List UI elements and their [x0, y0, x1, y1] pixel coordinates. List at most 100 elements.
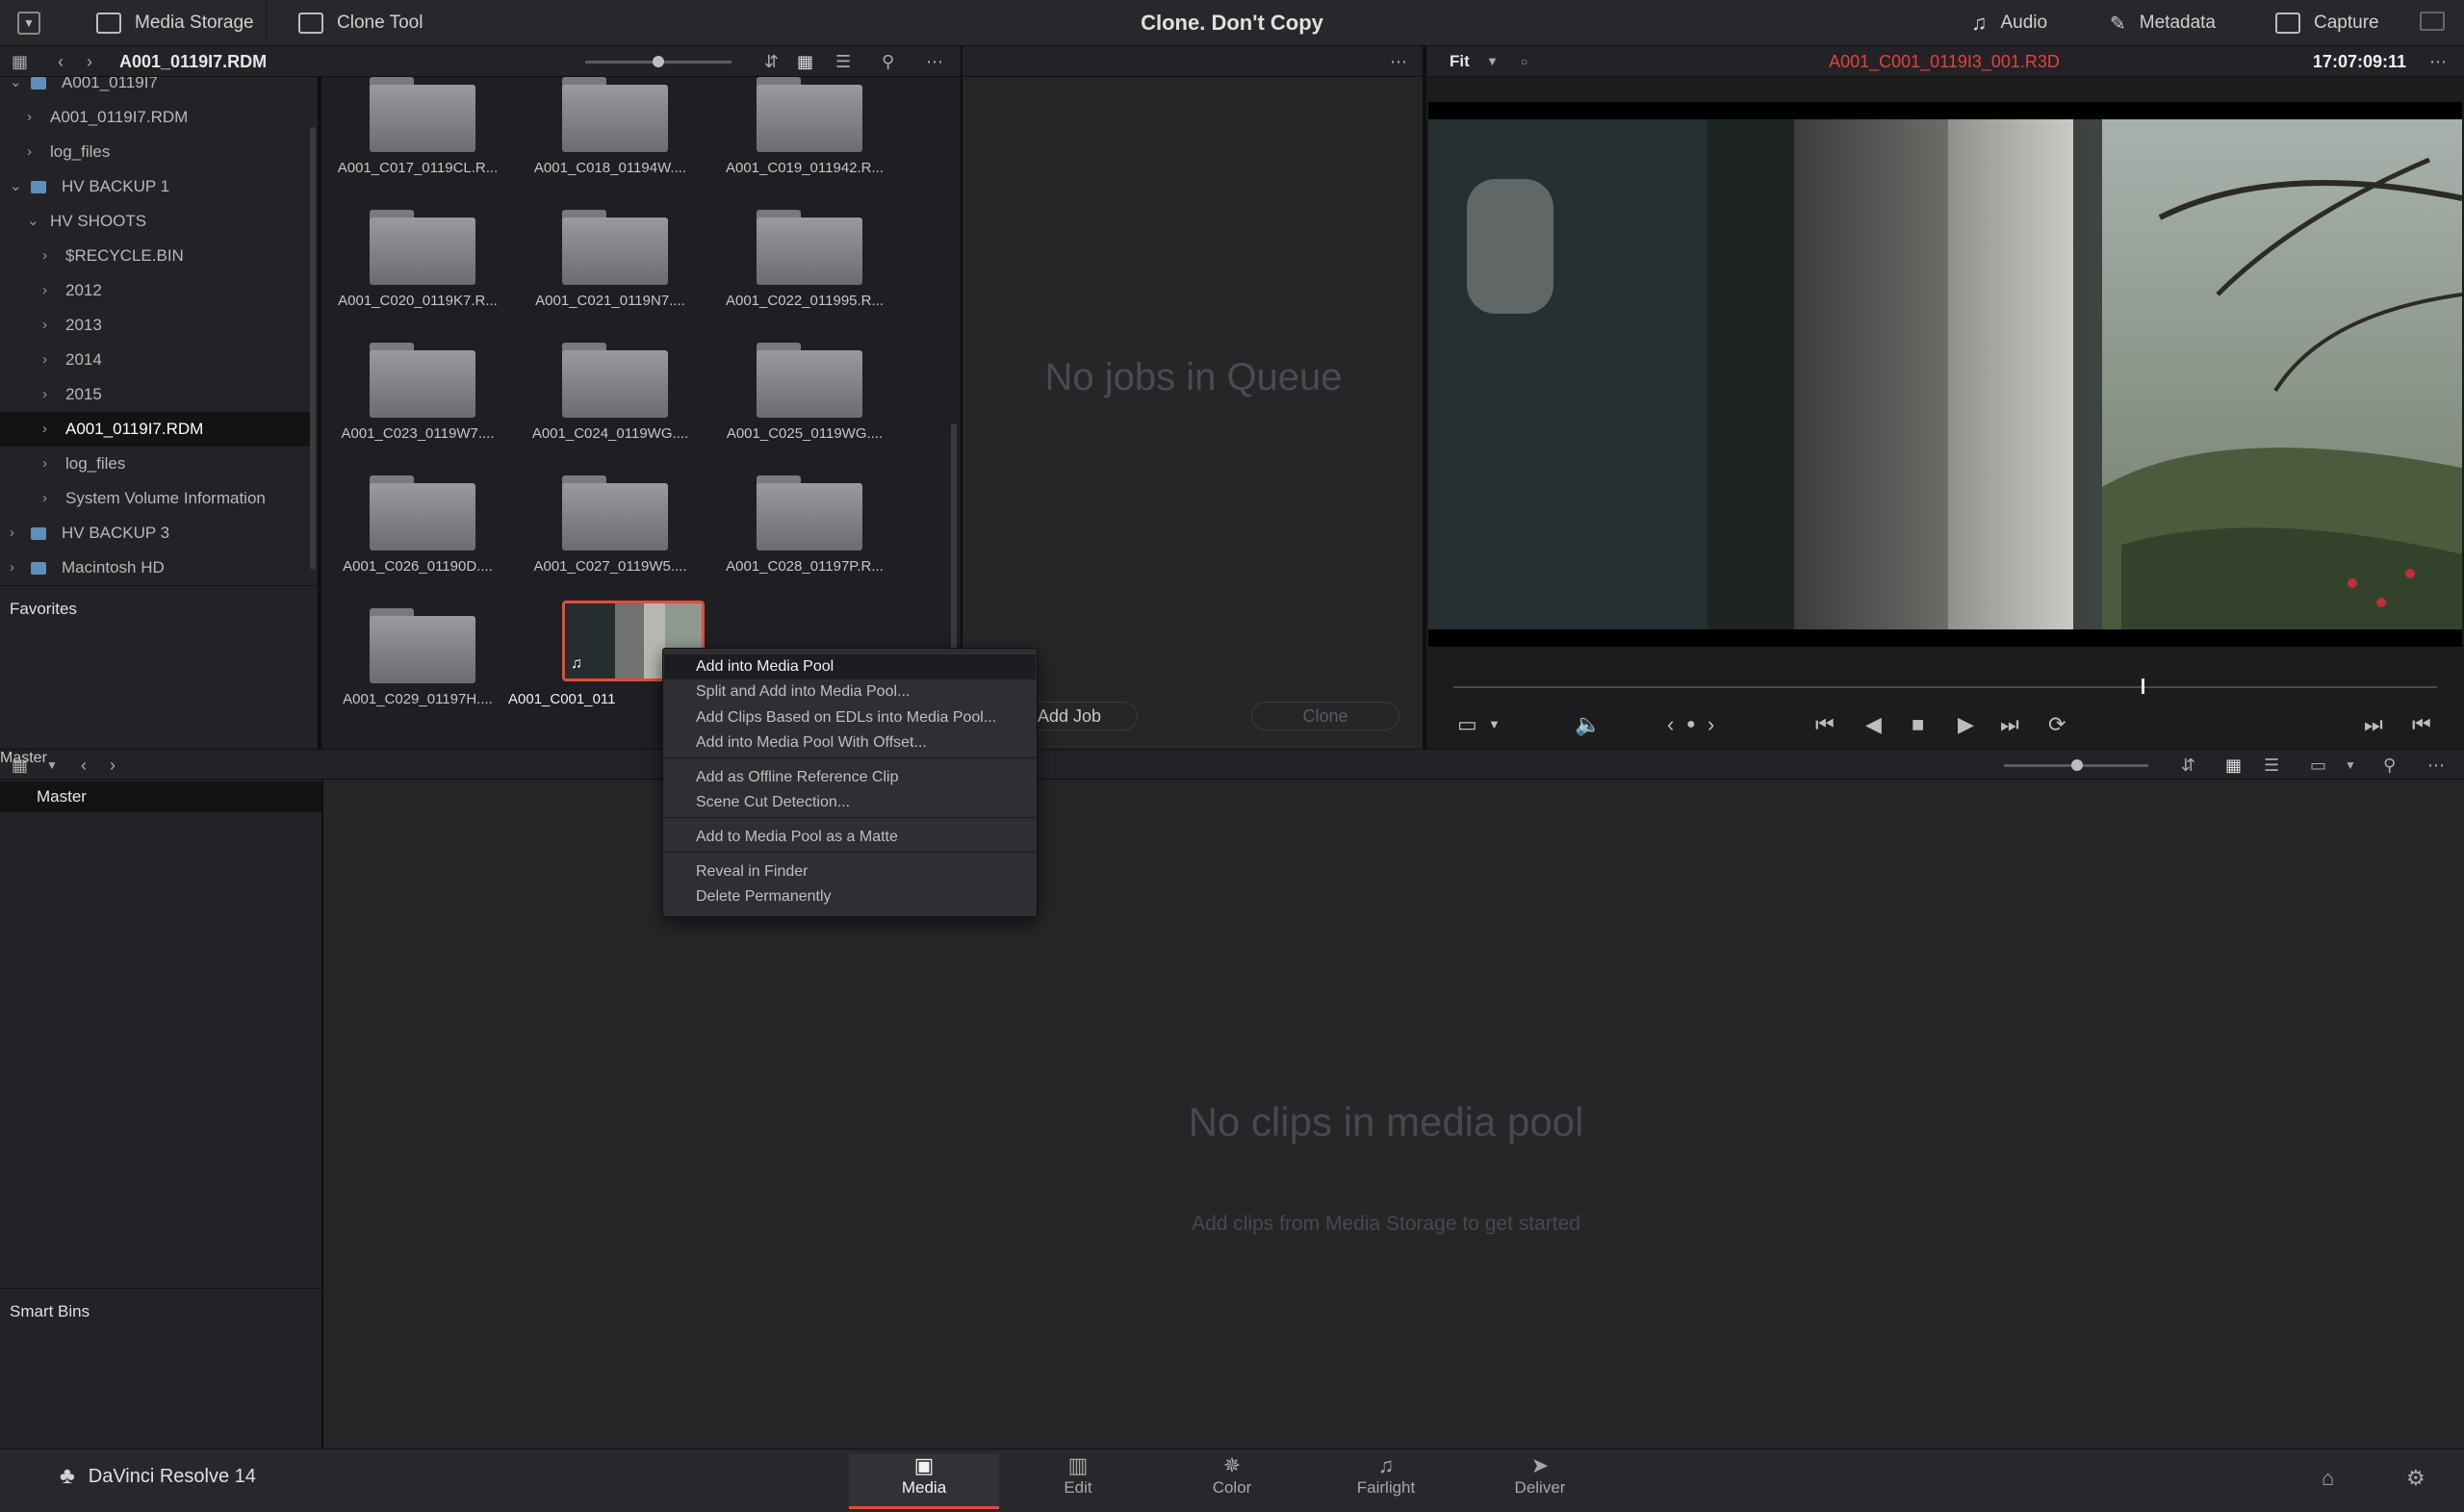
tree-item[interactable]: › A001_0119I7.RDM [0, 100, 310, 135]
forward-icon[interactable]: › [87, 46, 92, 77]
page-tab-color[interactable]: ✵ Color [1157, 1453, 1307, 1509]
tree-item[interactable]: ⌄ A001_0119I7 [0, 77, 310, 100]
context-menu-item[interactable]: Add to Media Pool as a Matte [664, 825, 1036, 850]
pool-options-icon[interactable]: ⋯ [2427, 750, 2445, 781]
chevron-right-icon[interactable]: › [10, 516, 14, 551]
zoom-chevron-icon[interactable]: ▼ [1486, 46, 1499, 77]
chevron-down-icon[interactable]: ⌄ [10, 169, 22, 204]
audio-button[interactable]: ♫ Audio [1971, 0, 2047, 46]
chevron-right-icon[interactable]: › [42, 308, 47, 343]
home-icon[interactable]: ⌂ [2322, 1463, 2334, 1494]
browser-scrollbar[interactable] [951, 423, 957, 654]
chevron-right-icon[interactable]: › [42, 447, 47, 481]
clip-folder[interactable]: A001_C029_01197H.... [321, 599, 514, 724]
context-menu-item[interactable]: Add as Offline Reference Clip [664, 765, 1036, 790]
back-icon[interactable]: ‹ [58, 46, 64, 77]
clip-folder[interactable]: A001_C020_0119K7.R... [321, 200, 514, 325]
pool-search-icon[interactable]: ⚲ [2383, 750, 2396, 781]
tree-item[interactable]: › System Volume Information [0, 481, 310, 516]
chevron-right-icon[interactable]: › [42, 481, 47, 516]
mark-out-icon[interactable]: ⏭ [2364, 710, 2383, 739]
loop-icon[interactable]: ⟳ [2048, 710, 2066, 739]
context-menu-item[interactable]: Add into Media Pool With Offset... [664, 730, 1036, 756]
tree-item[interactable]: › 2012 [0, 273, 310, 308]
thumb-size-knob[interactable] [653, 56, 664, 67]
pool-list-view-icon[interactable]: ☰ [2264, 750, 2279, 781]
tree-item[interactable]: › $RECYCLE.BIN [0, 239, 310, 273]
clip-folder[interactable]: A001_C024_0119WG.... [514, 333, 706, 458]
play-icon[interactable]: ▶ [1958, 710, 1974, 739]
viewer-mode-icon[interactable]: ▭ [1457, 710, 1477, 739]
play-reverse-icon[interactable]: ◀ [1865, 710, 1882, 739]
chevron-right-icon[interactable]: › [42, 377, 47, 412]
context-menu-item[interactable]: Split and Add into Media Pool... [664, 679, 1036, 705]
context-menu-item[interactable]: Scene Cut Detection... [664, 790, 1036, 815]
pool-forward-icon[interactable]: › [110, 750, 116, 781]
page-tab-deliver[interactable]: ➤ Deliver [1465, 1453, 1615, 1509]
bin-list-toggle-icon[interactable]: ▦ [12, 750, 28, 781]
clip-folder[interactable]: A001_C019_011942.R... [708, 67, 901, 192]
page-tab-media[interactable]: ▣ Media [849, 1453, 999, 1509]
context-menu-item[interactable]: Add Clips Based on EDLs into Media Pool.… [664, 705, 1036, 730]
clip-folder[interactable]: A001_C017_0119CL.R... [321, 67, 514, 192]
page-tab-fairlight[interactable]: ♫ Fairlight [1311, 1453, 1461, 1509]
clip-folder[interactable]: A001_C028_01197P.R... [708, 466, 901, 591]
pool-metadata-view-icon[interactable]: ▭ [2310, 750, 2326, 781]
clip-folder[interactable]: A001_C027_0119W5.... [514, 466, 706, 591]
chevron-down-icon[interactable]: ⌄ [27, 204, 39, 239]
tree-item[interactable]: › log_files [0, 135, 310, 169]
tree-scrollbar[interactable] [310, 127, 316, 570]
viewer-scrubber[interactable] [1453, 686, 2437, 688]
go-to-start-icon[interactable]: ⏮ [1815, 710, 1835, 739]
jog-right-icon[interactable]: › [1707, 710, 1714, 739]
context-menu-item[interactable]: Delete Permanently [664, 884, 1036, 910]
media-storage-button[interactable]: Media Storage [96, 0, 254, 46]
pool-grid-view-icon[interactable]: ▦ [2225, 750, 2242, 781]
context-menu-item[interactable]: Reveal in Finder [664, 859, 1036, 884]
clone-options-icon[interactable]: ⋯ [1390, 46, 1407, 77]
tree-item[interactable]: › 2015 [0, 377, 310, 412]
zoom-dropdown[interactable]: Fit [1450, 46, 1470, 77]
workspace-dropdown-icon[interactable]: ▼ [17, 12, 40, 35]
tree-item[interactable]: › A001_0119I7.RDM [0, 412, 310, 447]
fullscreen-icon[interactable] [2420, 12, 2445, 31]
jog-left-icon[interactable]: ‹ [1667, 710, 1674, 739]
sidebar-toggle-icon[interactable]: ▦ [12, 46, 28, 77]
tree-item[interactable]: › Macintosh HD [0, 551, 310, 585]
page-tab-edit[interactable]: ▥ Edit [1003, 1453, 1153, 1509]
viewer-options-icon[interactable]: ⋯ [2429, 46, 2447, 77]
chevron-down-icon[interactable]: ⌄ [10, 77, 22, 100]
pool-back-icon[interactable]: ‹ [81, 750, 87, 781]
playhead[interactable] [2142, 679, 2145, 694]
pool-thumb-knob[interactable] [2071, 759, 2083, 771]
chevron-right-icon[interactable]: › [10, 551, 14, 585]
chevron-right-icon[interactable]: › [42, 412, 47, 447]
chevron-right-icon[interactable]: › [42, 273, 47, 308]
tree-item[interactable]: › HV BACKUP 3 [0, 516, 310, 551]
pool-metadata-chevron-icon[interactable]: ▼ [2345, 750, 2356, 781]
clip-folder[interactable]: A001_C021_0119N7.... [514, 200, 706, 325]
bin-list-chevron-icon[interactable]: ▼ [46, 750, 58, 781]
capture-button[interactable]: Capture [2275, 0, 2379, 46]
clip-folder[interactable]: A001_C022_011995.R... [708, 200, 901, 325]
tree-item[interactable]: › log_files [0, 447, 310, 481]
go-to-end-icon[interactable]: ⏭ [2000, 710, 2019, 739]
settings-icon[interactable]: ⚙ [2406, 1463, 2426, 1494]
more-options-icon[interactable]: ⋯ [926, 46, 943, 77]
tree-item[interactable]: ⌄ HV BACKUP 1 [0, 169, 310, 204]
jog-dot-icon[interactable]: ● [1686, 710, 1696, 739]
clip-folder[interactable]: A001_C023_0119W7.... [321, 333, 514, 458]
stop-icon[interactable]: ■ [1912, 710, 1924, 739]
tree-item[interactable]: › 2013 [0, 308, 310, 343]
context-menu-item[interactable]: Add into Media Pool [664, 654, 1036, 679]
chevron-right-icon[interactable]: › [27, 135, 32, 169]
chevron-right-icon[interactable]: › [42, 343, 47, 377]
tree-item[interactable]: ⌄ HV SHOOTS [0, 204, 310, 239]
chevron-right-icon[interactable]: › [42, 239, 47, 273]
clone-tool-button[interactable]: Clone Tool [298, 0, 423, 46]
bin-master[interactable]: Master [0, 782, 321, 812]
clip-folder[interactable]: A001_C026_01190D.... [321, 466, 514, 591]
metadata-button[interactable]: ✎ Metadata [2110, 0, 2216, 46]
pool-sort-icon[interactable]: ⇵ [2181, 750, 2195, 781]
tree-item[interactable]: › 2014 [0, 343, 310, 377]
